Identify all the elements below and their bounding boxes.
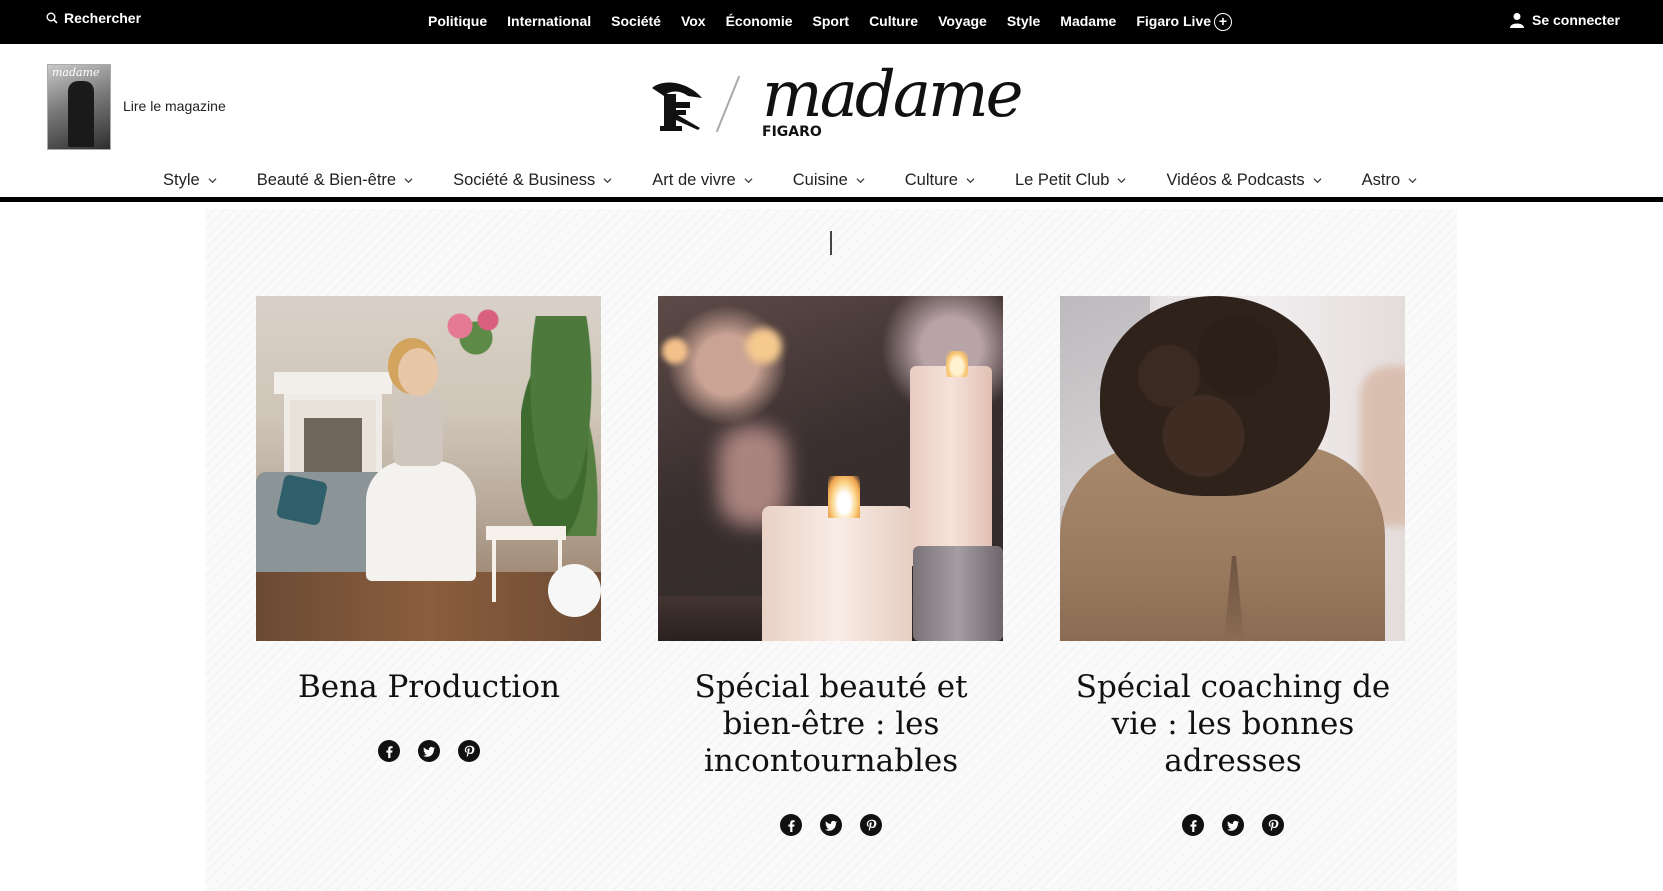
- category-beaute[interactable]: Beauté & Bien-être: [257, 171, 413, 190]
- top-nav-item-culture[interactable]: Culture: [869, 13, 918, 29]
- image-detail: [1100, 296, 1330, 496]
- category-videos-podcasts[interactable]: Vidéos & Podcasts: [1166, 171, 1322, 190]
- twitter-icon[interactable]: [1222, 814, 1244, 836]
- category-societe-business[interactable]: Société & Business: [453, 171, 612, 190]
- category-label: Style: [163, 171, 200, 189]
- category-astro[interactable]: Astro: [1362, 171, 1418, 190]
- share-buttons: [256, 740, 602, 762]
- plus-circle-icon[interactable]: +: [1214, 13, 1232, 31]
- search-label: Rechercher: [64, 10, 142, 26]
- category-le-petit-club[interactable]: Le Petit Club: [1015, 171, 1126, 190]
- article-image[interactable]: [1060, 296, 1405, 641]
- pinterest-icon[interactable]: [860, 814, 882, 836]
- chevron-down-icon: [856, 178, 865, 184]
- image-detail: [913, 546, 1003, 641]
- category-label: Culture: [904, 171, 958, 189]
- login-label: Se connecter: [1532, 12, 1620, 28]
- article-card[interactable]: Spécial beauté et bien-être : les incont…: [658, 296, 1004, 836]
- twitter-icon[interactable]: [418, 740, 440, 762]
- article-title[interactable]: Spécial coaching de vie : les bonnes adr…: [1060, 669, 1406, 780]
- category-label: Beauté & Bien-être: [256, 171, 397, 189]
- image-detail: [275, 473, 329, 527]
- top-nav-item-voyage[interactable]: Voyage: [938, 13, 987, 29]
- category-art-de-vivre[interactable]: Art de vivre: [652, 171, 753, 190]
- magazine-cover[interactable]: madame: [47, 64, 111, 150]
- logo-figaro-text: FIGARO: [762, 124, 822, 140]
- image-detail: [521, 316, 601, 536]
- chevron-down-icon: [208, 178, 217, 184]
- category-style[interactable]: Style: [163, 171, 217, 190]
- category-label: Société & Business: [453, 171, 596, 189]
- category-label: Le Petit Club: [1014, 171, 1110, 189]
- login-button[interactable]: Se connecter: [1510, 12, 1620, 28]
- chevron-down-icon: [744, 178, 753, 184]
- category-label: Astro: [1361, 171, 1401, 189]
- image-detail: [366, 461, 476, 581]
- site-header: madame Lire le magazine madame FIGARO: [0, 44, 1663, 162]
- twitter-icon[interactable]: [820, 814, 842, 836]
- image-detail: [946, 351, 968, 377]
- chevron-down-icon: [966, 178, 975, 184]
- category-label: Art de vivre: [652, 171, 736, 189]
- image-detail: [662, 338, 688, 364]
- article-title[interactable]: Spécial beauté et bien-être : les incont…: [658, 669, 1004, 780]
- chevron-down-icon: [1117, 178, 1126, 184]
- article-image[interactable]: [658, 296, 1003, 641]
- chevron-down-icon: [603, 178, 612, 184]
- chevron-down-icon: [1313, 178, 1322, 184]
- logo-madame-text: madame: [762, 58, 1024, 132]
- top-nav-item-figaro-live[interactable]: Figaro Live: [1136, 13, 1211, 29]
- pinterest-icon[interactable]: [1262, 814, 1284, 836]
- image-detail: [486, 526, 566, 540]
- category-label: Cuisine: [792, 171, 848, 189]
- top-nav-item-vox[interactable]: Vox: [681, 13, 706, 29]
- top-nav-item-international[interactable]: International: [507, 13, 591, 29]
- search-button[interactable]: Rechercher: [46, 10, 141, 26]
- image-detail: [910, 366, 992, 566]
- madame-figaro-logo[interactable]: madame FIGARO: [650, 58, 1024, 146]
- top-nav-item-madame[interactable]: Madame: [1060, 13, 1116, 29]
- section-divider: [830, 231, 832, 255]
- image-detail: [762, 506, 912, 641]
- article-card[interactable]: Bena Production: [256, 296, 602, 762]
- article-image[interactable]: [256, 296, 601, 641]
- search-icon: [46, 12, 58, 24]
- logo-divider: [715, 75, 741, 133]
- top-nav-item-style[interactable]: Style: [1007, 13, 1040, 29]
- top-nav-item-economie[interactable]: Économie: [726, 13, 793, 29]
- image-detail: [828, 476, 860, 518]
- article-title[interactable]: Bena Production: [256, 669, 602, 706]
- facebook-icon[interactable]: [780, 814, 802, 836]
- image-detail: [393, 396, 443, 466]
- image-detail: [436, 296, 516, 356]
- share-buttons: [1060, 814, 1406, 836]
- image-detail: [274, 372, 392, 394]
- image-detail: [398, 348, 438, 396]
- cover-figure: [68, 81, 94, 147]
- image-detail: [746, 328, 782, 364]
- category-culture[interactable]: Culture: [905, 171, 975, 190]
- top-bar: Rechercher Politique International Socié…: [0, 0, 1663, 44]
- category-nav: Style Beauté & Bien-être Société & Busin…: [0, 162, 1663, 202]
- category-label: Vidéos & Podcasts: [1166, 171, 1305, 189]
- chevron-down-icon: [1408, 178, 1417, 184]
- image-detail: [548, 564, 601, 617]
- article-card[interactable]: Spécial coaching de vie : les bonnes adr…: [1060, 296, 1406, 836]
- facebook-icon[interactable]: [378, 740, 400, 762]
- top-nav-item-politique[interactable]: Politique: [428, 13, 487, 29]
- facebook-icon[interactable]: [1182, 814, 1204, 836]
- read-magazine-link[interactable]: Lire le magazine: [123, 98, 226, 114]
- top-nav: Politique International Société Vox Écon…: [428, 13, 1211, 29]
- magazine-cover-title: madame: [52, 66, 100, 79]
- pinterest-icon[interactable]: [458, 740, 480, 762]
- image-detail: [304, 418, 362, 480]
- chevron-down-icon: [404, 178, 413, 184]
- category-cuisine[interactable]: Cuisine: [793, 171, 865, 190]
- figaro-f-logo-icon: [652, 82, 702, 131]
- content-area: Bena Production Spécial beauté et bien-ê…: [205, 209, 1457, 891]
- top-nav-item-sport[interactable]: Sport: [813, 13, 850, 29]
- top-nav-item-societe[interactable]: Société: [611, 13, 661, 29]
- share-buttons: [658, 814, 1004, 836]
- user-icon: [1510, 13, 1524, 28]
